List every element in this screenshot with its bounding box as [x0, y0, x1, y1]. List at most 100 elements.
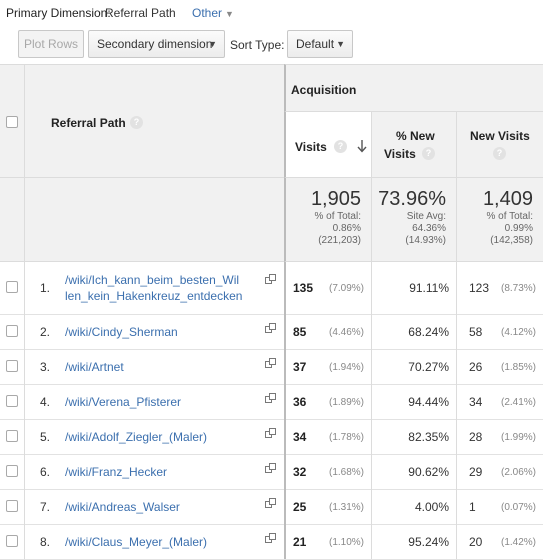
- external-link-icon[interactable]: [265, 532, 276, 543]
- external-link-icon[interactable]: [265, 392, 276, 403]
- referral-path-link[interactable]: /wiki/Andreas_Walser: [65, 499, 255, 515]
- row-new-pct-value: 94.44%: [408, 394, 449, 409]
- totals-row: 1,905 % of Total: 0.86% (221,203) 73.96%…: [0, 178, 543, 262]
- referral-path-line-1: /wiki/Andreas_Walser: [65, 499, 180, 514]
- row-checkbox-cell: [0, 349, 24, 384]
- row-new-pct-cell: 95.24%: [371, 524, 456, 559]
- help-icon[interactable]: ?: [422, 147, 435, 160]
- primary-dimension-referral-path[interactable]: Referral Path: [105, 6, 176, 20]
- row-checkbox[interactable]: [6, 359, 18, 372]
- row-new-visits-cell: 34 (2.41%): [456, 384, 543, 419]
- referral-path-link[interactable]: /wiki/Verena_Pfisterer: [65, 394, 255, 410]
- row-checkbox[interactable]: [6, 534, 18, 547]
- row-new-pct-cell: 70.27%: [371, 349, 456, 384]
- row-new-visits-value: 34: [469, 394, 483, 409]
- referral-path-link[interactable]: /wiki/Franz_Hecker: [65, 464, 255, 480]
- row-new-visits-pct: (8.73%): [500, 283, 536, 294]
- help-icon[interactable]: ?: [493, 147, 506, 160]
- row-index: 3.: [40, 359, 51, 374]
- plot-rows-button[interactable]: Plot Rows: [18, 30, 84, 58]
- row-checkbox-cell: [0, 314, 24, 349]
- new-pct-title-line2: Visits: [384, 147, 416, 161]
- row-new-pct-value: 4.00%: [414, 499, 449, 514]
- row-checkbox-cell: [0, 384, 24, 419]
- row-new-pct-value: 90.62%: [408, 464, 449, 479]
- new-pct-title-line1: % New: [396, 129, 435, 143]
- row-new-visits-pct: (1.42%): [500, 536, 536, 548]
- referral-path-line-1: /wiki/Franz_Hecker: [65, 464, 168, 479]
- row-checkbox[interactable]: [6, 429, 18, 442]
- select-all-checkbox[interactable]: [6, 116, 18, 128]
- referral-path-line-1: /wiki/Artnet: [65, 359, 124, 374]
- totals-visits-value: 1,905: [310, 188, 361, 210]
- referral-path-line-1: /wiki/Claus_Meyer_(Maler): [65, 534, 208, 549]
- row-visits-value: 37: [293, 359, 307, 374]
- referral-path-link[interactable]: /wiki/Claus_Meyer_(Maler): [65, 534, 255, 550]
- row-visits-value: 85: [293, 324, 307, 339]
- row-new-visits-pct: (0.07%): [500, 501, 536, 513]
- external-link-icon[interactable]: [265, 322, 276, 333]
- referral-path-link[interactable]: /wiki/Adolf_Ziegler_(Maler): [65, 429, 255, 445]
- referral-path-link[interactable]: /wiki/Cindy_Sherman: [65, 324, 255, 340]
- row-index: 8.: [40, 534, 51, 549]
- totals-new-pct-label: Site Avg:: [406, 211, 446, 222]
- referral-path-link[interactable]: /wiki/Ich_kann_beim_besten_Wil len_kein_…: [65, 272, 255, 304]
- row-new-visits-value: 20: [469, 534, 483, 549]
- row-checkbox-cell: [0, 262, 24, 314]
- totals-new-pct-avg: 64.36%: [412, 223, 446, 234]
- row-index: 4.: [40, 394, 51, 409]
- row-checkbox-cell: [0, 454, 24, 489]
- row-visits-value: 34: [293, 429, 307, 444]
- row-checkbox-cell: [0, 524, 24, 559]
- row-new-pct-cell: 90.62%: [371, 454, 456, 489]
- row-new-visits-cell: 20 (1.42%): [456, 524, 543, 559]
- row-visits-value: 36: [293, 394, 307, 409]
- row-visits-pct: (7.09%): [328, 283, 364, 294]
- referral-path-line-1: /wiki/Cindy_Sherman: [65, 324, 178, 339]
- totals-new-pct-value: 73.96%: [378, 188, 446, 210]
- new-visits-header[interactable]: New Visits ?: [456, 112, 543, 178]
- row-visits-value: 32: [293, 464, 307, 479]
- row-new-visits-cell: 26 (1.85%): [456, 349, 543, 384]
- sort-descending-arrow-icon[interactable]: [357, 139, 367, 153]
- row-new-visits-pct: (4.12%): [500, 326, 536, 338]
- external-link-icon[interactable]: [265, 497, 276, 508]
- table-row: 8. /wiki/Claus_Meyer_(Maler) 21 (1.10%) …: [0, 524, 543, 560]
- row-visits-cell: 21 (1.10%): [284, 524, 371, 559]
- row-visits-cell: 37 (1.94%): [284, 349, 371, 384]
- referral-path-link[interactable]: /wiki/Artnet: [65, 359, 255, 375]
- row-new-pct-cell: 94.44%: [371, 384, 456, 419]
- row-new-visits-value: 123: [469, 281, 490, 295]
- referral-path-header[interactable]: Referral Path ?: [24, 64, 284, 178]
- external-link-icon[interactable]: [265, 462, 276, 473]
- external-link-icon[interactable]: [265, 427, 276, 438]
- row-visits-cell: 34 (1.78%): [284, 419, 371, 454]
- row-index: 5.: [40, 429, 51, 444]
- row-referral-path-cell: 4. /wiki/Verena_Pfisterer: [24, 384, 284, 419]
- row-new-pct-value: 95.24%: [408, 534, 449, 549]
- row-checkbox[interactable]: [6, 394, 18, 407]
- totals-new-pct: 73.96% Site Avg: 64.36% (14.93%): [371, 178, 456, 262]
- new-visits-pct-header[interactable]: % New Visits ?: [371, 112, 456, 178]
- acquisition-group-header: Acquisition: [284, 64, 543, 112]
- secondary-dimension-dropdown[interactable]: Secondary dimension ▼: [88, 30, 225, 58]
- row-checkbox[interactable]: [6, 281, 18, 293]
- row-checkbox[interactable]: [6, 324, 18, 337]
- external-link-icon[interactable]: [265, 357, 276, 368]
- row-checkbox[interactable]: [6, 499, 18, 512]
- other-dimension-dropdown[interactable]: Other ▼: [192, 6, 234, 20]
- row-checkbox[interactable]: [6, 464, 18, 477]
- external-link-icon[interactable]: [265, 274, 276, 284]
- visits-header[interactable]: Visits ?: [284, 112, 371, 178]
- sort-type-dropdown[interactable]: Default ▼: [287, 30, 353, 58]
- row-new-visits-value: 29: [469, 464, 483, 479]
- row-visits-pct: (1.10%): [328, 536, 364, 548]
- row-new-pct-cell: 91.11%: [371, 262, 456, 314]
- help-icon[interactable]: ?: [334, 140, 347, 153]
- visits-column-title: Visits: [295, 140, 327, 154]
- totals-new-visits-pct-label: % of Total:: [486, 211, 533, 222]
- row-visits-value: 135: [293, 281, 314, 295]
- referral-path-line-1: /wiki/Adolf_Ziegler_(Maler): [65, 429, 208, 444]
- help-icon[interactable]: ?: [130, 116, 143, 129]
- totals-visits-total: (221,203): [318, 235, 361, 246]
